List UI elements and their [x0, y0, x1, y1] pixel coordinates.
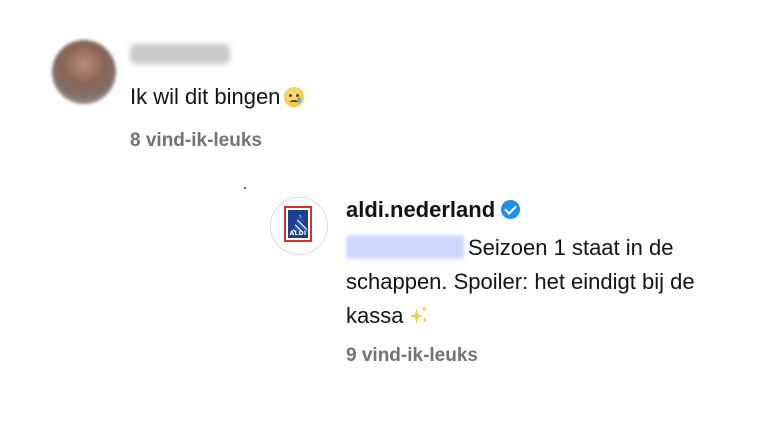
avatar[interactable]: [52, 40, 116, 104]
reply-comment: ALDI aldi.nederland Seizoen 1 staat in d…: [270, 195, 740, 395]
crying-face-icon: [284, 87, 305, 107]
comment-text-body: Ik wil dit bingen: [130, 84, 281, 109]
aldi-logo-text: ALDI: [289, 230, 307, 237]
comment: Ik wil dit bingen 8 vind-ik-leuks: [52, 38, 742, 158]
likes-count[interactable]: 8 vind-ik-leuks: [130, 130, 262, 152]
aldi-logo-icon: ALDI: [284, 206, 312, 242]
verified-badge-icon: [501, 200, 521, 219]
username-blurred[interactable]: [130, 44, 230, 64]
avatar[interactable]: ALDI: [270, 197, 328, 255]
sparkles-icon: [407, 305, 429, 325]
comment-text: Ik wil dit bingen: [130, 84, 305, 110]
comment-text: Seizoen 1 staat in de schappen. Spoiler:…: [346, 231, 736, 333]
likes-count[interactable]: 9 vind-ik-leuks: [346, 345, 478, 367]
divider-dot: [244, 187, 246, 189]
mention-blurred[interactable]: [346, 235, 464, 259]
author-name[interactable]: aldi.nederland: [346, 197, 495, 222]
author-row: aldi.nederland: [346, 197, 521, 223]
